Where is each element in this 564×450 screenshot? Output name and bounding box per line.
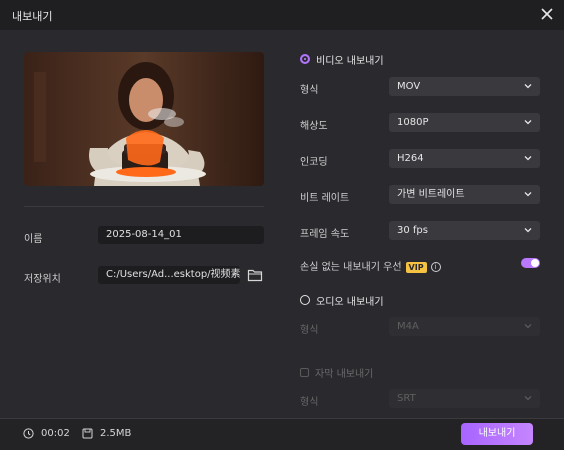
subtitle-format-select[interactable]: SRT <box>389 389 540 408</box>
framerate-select[interactable]: 30 fps <box>389 221 540 240</box>
audio-format-value: M4A <box>397 321 419 332</box>
dialog-title: 내보내기 <box>12 10 53 23</box>
chevron-down-icon <box>524 228 532 233</box>
chevron-down-icon <box>524 324 532 329</box>
info-icon[interactable]: i <box>430 262 441 272</box>
name-field[interactable]: 2025-08-14_01 <box>98 226 264 244</box>
chevron-down-icon <box>524 84 532 89</box>
framerate-value: 30 fps <box>397 225 428 236</box>
resolution-label: 해상도 <box>300 121 328 132</box>
audio-format-select[interactable]: M4A <box>389 317 540 336</box>
resolution-value: 1080P <box>397 117 429 128</box>
size-value: 2.5MB <box>100 428 132 439</box>
divider <box>24 206 264 207</box>
subtitle-export-label: 자막 내보내기 <box>315 368 374 380</box>
encoding-label: 인코딩 <box>300 157 328 168</box>
bitrate-label: 비트 레이트 <box>300 193 350 204</box>
encoding-value: H264 <box>397 153 424 164</box>
subtitle-format-value: SRT <box>397 393 416 404</box>
duration-info: 00:02 <box>23 428 70 439</box>
duration-value: 00:02 <box>41 428 70 439</box>
export-button[interactable]: 내보내기 <box>461 423 533 445</box>
subtitle-export-option[interactable]: 자막 내보내기 <box>300 365 374 380</box>
left-panel: 이름 2025-08-14_01 저장위치 C:/Users/Ad...eskt… <box>0 30 285 418</box>
subtitle-export-checkbox[interactable] <box>300 367 309 377</box>
audio-export-option[interactable]: 오디오 내보내기 <box>300 293 384 308</box>
save-location-field[interactable]: C:/Users/Ad...esktop/视频素材 <box>98 266 240 284</box>
lossless-row: 손실 없는 내보내기 우선 VIP i <box>300 258 441 273</box>
chevron-down-icon <box>524 156 532 161</box>
subtitle-format-label: 형식 <box>300 397 319 408</box>
audio-export-radio[interactable] <box>300 295 310 305</box>
lossless-toggle[interactable] <box>521 258 540 268</box>
save-location-label: 저장위치 <box>24 274 61 285</box>
framerate-label: 프레임 속도 <box>300 229 350 240</box>
audio-export-label: 오디오 내보내기 <box>316 296 384 308</box>
resolution-select[interactable]: 1080P <box>389 113 540 132</box>
format-value: MOV <box>397 81 421 92</box>
format-select[interactable]: MOV <box>389 77 540 96</box>
folder-icon[interactable] <box>247 268 263 282</box>
encoding-select[interactable]: H264 <box>389 149 540 168</box>
vip-badge: VIP <box>405 261 427 273</box>
audio-format-label: 형식 <box>300 325 319 336</box>
video-export-option[interactable]: 비디오 내보내기 <box>300 52 384 67</box>
video-export-label: 비디오 내보내기 <box>316 55 384 67</box>
bitrate-select[interactable]: 가변 비트레이트 <box>389 185 540 204</box>
name-label: 이름 <box>24 234 43 245</box>
footer: 00:02 2.5MB 내보내기 <box>0 418 564 450</box>
video-preview <box>24 52 264 186</box>
lossless-label: 손실 없는 내보내기 우선 <box>300 262 402 273</box>
toggle-knob <box>531 259 539 267</box>
close-icon[interactable] <box>538 5 556 23</box>
chevron-down-icon <box>524 192 532 197</box>
format-label: 형식 <box>300 85 319 96</box>
chevron-down-icon <box>524 396 532 401</box>
save-disk-icon <box>82 428 93 439</box>
bitrate-value: 가변 비트레이트 <box>397 189 465 200</box>
size-info: 2.5MB <box>82 428 131 439</box>
clock-icon <box>23 428 34 439</box>
chevron-down-icon <box>524 120 532 125</box>
title-bar: 내보내기 <box>0 0 564 30</box>
video-export-radio[interactable] <box>300 54 310 64</box>
